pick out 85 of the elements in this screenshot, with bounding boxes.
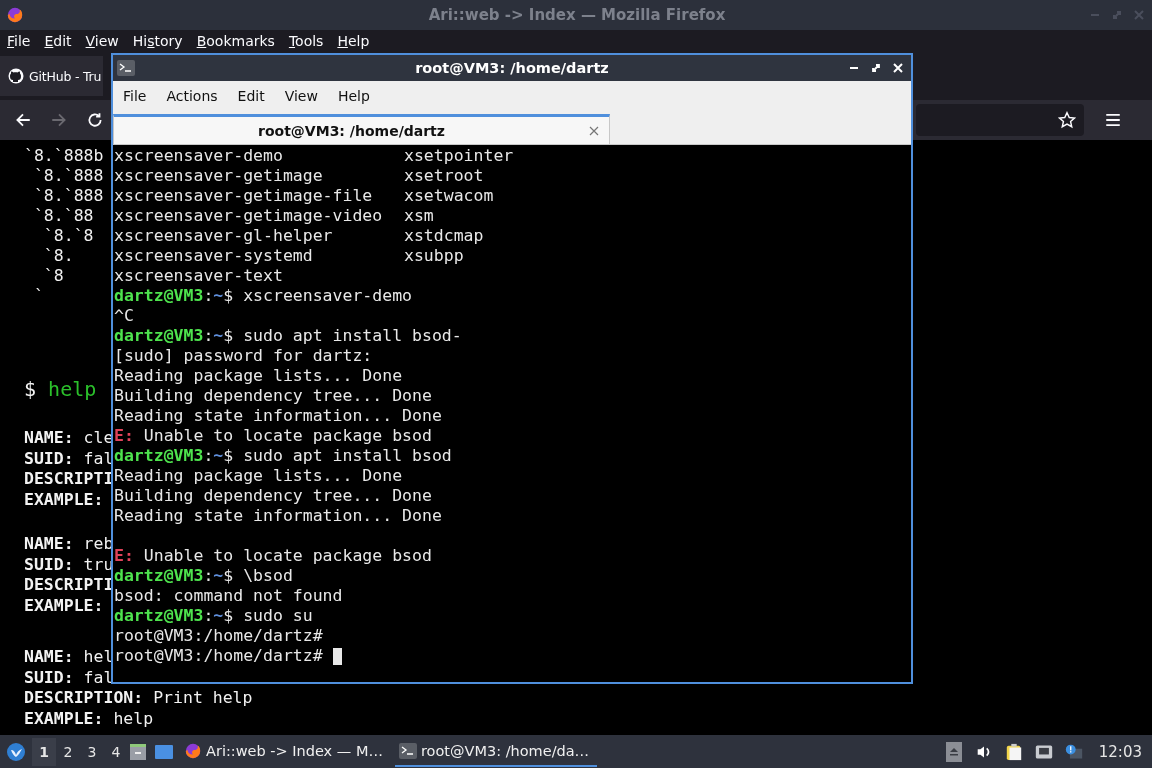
- clipboard-icon[interactable]: [1004, 741, 1023, 762]
- browser-tab[interactable]: GitHub - Tru: [0, 56, 103, 96]
- help-line: DESCRIPTI: [24, 469, 114, 490]
- terminal-line: Building dependency tree... Done: [114, 386, 432, 406]
- ascii-art-line: `8.`888b: [24, 146, 104, 166]
- back-icon[interactable]: [14, 111, 32, 129]
- ascii-art-line: `8.: [42, 246, 74, 266]
- taskbar-task[interactable]: root@VM3: /home/da…: [394, 736, 598, 767]
- menu-item[interactable]: Tools: [281, 32, 331, 50]
- terminal-line: dartz@VM3:~$ sudo su: [114, 606, 313, 626]
- terminal-line: ^C: [114, 306, 134, 326]
- menu-item[interactable]: Bookmarks: [189, 32, 282, 50]
- terminal-line: dartz@VM3:~$ sudo apt install bsod-: [114, 326, 462, 346]
- github-icon: [8, 68, 24, 84]
- terminal-line: dartz@VM3:~$ sudo apt install bsod: [114, 446, 452, 466]
- window-title: Ari::web -> Index — Mozilla Firefox: [427, 6, 727, 24]
- firefox-logo-icon: [184, 741, 202, 760]
- listing-entry: xscreensaver-demo: [114, 146, 284, 166]
- window-title: root@VM3: /home/dartz: [414, 60, 610, 76]
- terminal-line: Reading package lists... Done: [114, 466, 403, 486]
- menu-item[interactable]: Help: [327, 85, 380, 106]
- listing-entry: xsetpointer: [404, 146, 514, 166]
- terminal-line: E: Unable to locate package bsod: [114, 546, 432, 566]
- help-line: EXAMPLE: help: [24, 708, 154, 729]
- listing-entry: xscreensaver-systemd: [114, 246, 314, 266]
- help-prompt: $ help: [24, 376, 97, 402]
- workspace-button[interactable]: 2: [56, 737, 80, 766]
- terminal-line: root@VM3:/home/dartz#: [114, 626, 323, 646]
- menu-item[interactable]: View: [78, 32, 126, 50]
- firefox-logo-icon: [6, 6, 24, 24]
- help-line: SUID: fal: [24, 448, 114, 469]
- listing-entry: xsetroot: [404, 166, 484, 186]
- terminal-line: Reading state information... Done: [114, 506, 442, 526]
- taskbar-task[interactable]: Ari::web -> Index — M…: [180, 736, 391, 767]
- help-line: NAME: hel: [24, 647, 114, 668]
- reload-icon[interactable]: [86, 111, 104, 129]
- menu-item[interactable]: Edit: [37, 32, 79, 50]
- menu-item[interactable]: Edit: [227, 85, 275, 106]
- start-menu-icon[interactable]: [6, 741, 26, 762]
- listing-entry: xscreensaver-getimage: [114, 166, 324, 186]
- file-cabinet-icon[interactable]: [128, 741, 148, 762]
- help-line: EXAMPLE:: [24, 489, 104, 510]
- clock[interactable]: 12:03: [1098, 742, 1142, 761]
- menu-icon[interactable]: [1104, 111, 1122, 129]
- terminal-icon: [117, 60, 135, 76]
- terminal-line: [sudo] password for dartz:: [114, 346, 373, 366]
- terminal-line: E: Unable to locate package bsod: [114, 426, 432, 446]
- workspace-button[interactable]: 3: [80, 737, 104, 766]
- terminal-line: bsod: command not found: [114, 586, 343, 606]
- terminal-tab[interactable]: root@VM3: /home/dartz: [113, 114, 610, 144]
- help-line: DESCRIPTION: Print help: [24, 688, 253, 709]
- help-line: DESCRIPTI: [24, 575, 114, 596]
- help-line: EXAMPLE:: [24, 595, 104, 616]
- listing-entry: xsubpp: [404, 246, 464, 266]
- listing-entry: xscreensaver-getimage-video: [114, 206, 384, 226]
- terminal-line: Reading package lists... Done: [114, 366, 403, 386]
- ascii-art-line: `8.`888: [32, 186, 104, 206]
- terminal-line: dartz@VM3:~$ xscreensaver-demo: [114, 286, 413, 306]
- listing-entry: xstdcmap: [404, 226, 484, 246]
- listing-entry: xsetwacom: [404, 186, 494, 206]
- terminal-line: xscreensaver-text: [114, 266, 283, 286]
- terminal-line: root@VM3:/home/dartz#: [114, 646, 323, 666]
- terminal-line: Reading state information... Done: [114, 406, 442, 426]
- ascii-art-line: `8.`888: [32, 166, 104, 186]
- menu-item[interactable]: File: [117, 85, 157, 106]
- help-line: SUID: fal: [24, 667, 114, 688]
- workspace-button[interactable]: 1: [32, 737, 56, 766]
- eject-icon[interactable]: [944, 741, 963, 762]
- ascii-art-line: `8.`88: [32, 206, 94, 226]
- terminal-icon: [398, 741, 417, 760]
- ascii-art-line: `8.`8: [42, 226, 94, 246]
- menu-item[interactable]: History: [125, 32, 190, 50]
- ascii-art-line: `: [32, 286, 44, 306]
- terminal-line: dartz@VM3:~$ \bsod: [114, 566, 293, 586]
- star-icon[interactable]: [1058, 111, 1076, 129]
- listing-entry: xsm: [404, 206, 434, 226]
- terminal-line: Building dependency tree... Done: [114, 486, 432, 506]
- menu-item[interactable]: Help: [330, 32, 377, 50]
- menu-item[interactable]: Actions: [156, 85, 228, 106]
- workspace-button[interactable]: 4: [104, 737, 128, 766]
- ascii-art-line: `8: [42, 266, 64, 286]
- listing-entry: xscreensaver-getimage-file: [114, 186, 374, 206]
- menu-item[interactable]: File: [0, 32, 38, 50]
- menu-item[interactable]: View: [274, 85, 328, 106]
- listing-entry: xscreensaver-gl-helper: [114, 226, 334, 246]
